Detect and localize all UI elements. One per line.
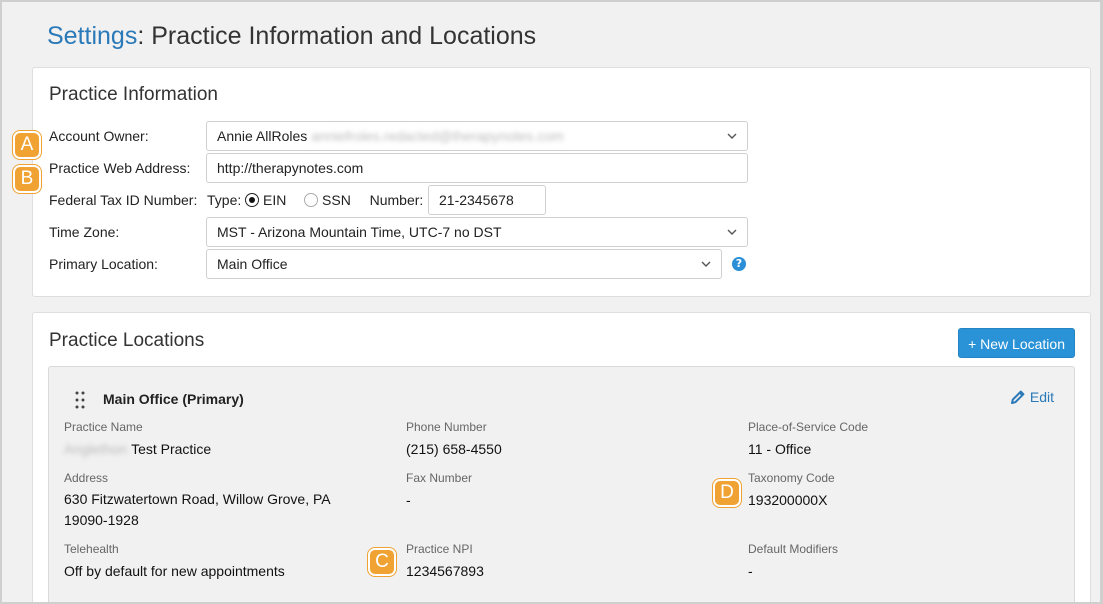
tax-id-type-label: Type:: [207, 192, 242, 208]
telehealth-label: Telehealth: [64, 542, 119, 556]
callout-b: B: [13, 165, 41, 193]
tax-id-number-label: Number:: [369, 192, 424, 208]
practice-information-heading: Practice Information: [49, 84, 218, 105]
phone-number-value: (215) 658-4550: [406, 441, 502, 457]
settings-window: Settings: Practice Information and Locat…: [0, 0, 1103, 604]
practice-locations-panel: Practice Locations + New Location Main O…: [32, 312, 1091, 602]
chevron-down-icon: [727, 229, 737, 235]
pos-code-label: Place-of-Service Code: [748, 420, 869, 434]
fax-number-label: Fax Number: [406, 471, 473, 485]
ssn-radio-label[interactable]: SSN: [322, 192, 351, 208]
phone-number-label: Phone Number: [406, 420, 487, 434]
practice-name-label: Practice Name: [64, 420, 143, 434]
practice-name-value: Anglethon Test Practice: [64, 439, 211, 460]
account-owner-select[interactable]: Annie AllRoles anniefroles.redacted@thera…: [206, 121, 748, 151]
callout-a: A: [13, 131, 41, 159]
telehealth-value: Off by default for new appointments: [64, 563, 285, 579]
chevron-down-icon: [727, 133, 737, 139]
practice-name-text: Test Practice: [131, 441, 212, 457]
address-label: Address: [64, 471, 109, 485]
page-title: Settings: Practice Information and Locat…: [47, 22, 536, 51]
pos-code-value: 11 - Office: [748, 441, 812, 457]
time-zone-label: Time Zone:: [49, 224, 120, 240]
practice-information-panel: Practice Information Account Owner: Anni…: [32, 67, 1091, 297]
address-line-1: 630 Fitzwatertown Road, Willow Grove, PA: [64, 491, 331, 507]
fax-number-value: -: [406, 492, 411, 508]
chevron-down-icon: [701, 261, 711, 267]
ein-radio-label[interactable]: EIN: [263, 192, 286, 208]
primary-location-label: Primary Location:: [49, 256, 158, 272]
location-card: Main Office (Primary) Edit Practice Name…: [48, 366, 1075, 602]
practice-name-redacted: Anglethon: [64, 441, 128, 457]
ssn-radio[interactable]: [304, 193, 319, 207]
practice-npi-label: Practice NPI: [406, 542, 473, 556]
time-zone-value: MST - Arizona Mountain Time, UTC-7 no DS…: [217, 224, 502, 240]
location-name: Main Office (Primary): [103, 391, 244, 407]
ein-radio[interactable]: [245, 193, 260, 207]
primary-location-value: Main Office: [217, 256, 288, 272]
account-owner-email-redacted: anniefroles.redacted@therapynotes.com: [311, 128, 564, 144]
address-value: 630 Fitzwatertown Road, Willow Grove, PA…: [64, 489, 331, 531]
time-zone-select[interactable]: MST - Arizona Mountain Time, UTC-7 no DS…: [206, 217, 748, 247]
callout-d: D: [713, 479, 741, 507]
page-title-text: : Practice Information and Locations: [137, 22, 537, 50]
practice-web-address-input[interactable]: http://therapynotes.com: [206, 153, 748, 183]
practice-locations-heading: Practice Locations: [49, 330, 205, 351]
new-location-button[interactable]: + New Location: [958, 328, 1075, 358]
default-modifiers-value: -: [748, 563, 753, 579]
tax-id-type-group: Type: EIN SSN Number:: [207, 192, 423, 208]
help-icon[interactable]: ?: [732, 257, 746, 271]
breadcrumb-settings-link[interactable]: Settings: [47, 22, 137, 50]
federal-tax-id-label: Federal Tax ID Number:: [49, 192, 198, 208]
account-owner-label: Account Owner:: [49, 128, 149, 144]
tax-id-number-input[interactable]: 21-2345678: [428, 185, 546, 215]
practice-npi-value: 1234567893: [406, 563, 484, 579]
practice-web-address-label: Practice Web Address:: [49, 160, 191, 176]
taxonomy-code-value: 193200000X: [748, 492, 828, 508]
edit-label: Edit: [1029, 389, 1054, 405]
primary-location-select[interactable]: Main Office: [206, 249, 722, 279]
pencil-icon: [1010, 390, 1025, 404]
default-modifiers-label: Default Modifiers: [748, 542, 839, 556]
account-owner-value: Annie AllRoles: [217, 128, 308, 144]
address-line-2: 19090-1928: [64, 512, 139, 528]
callout-c: C: [368, 548, 396, 576]
drag-handle-icon[interactable]: [75, 391, 85, 409]
edit-location-link[interactable]: Edit: [1010, 389, 1054, 405]
taxonomy-code-label: Taxonomy Code: [748, 471, 835, 485]
